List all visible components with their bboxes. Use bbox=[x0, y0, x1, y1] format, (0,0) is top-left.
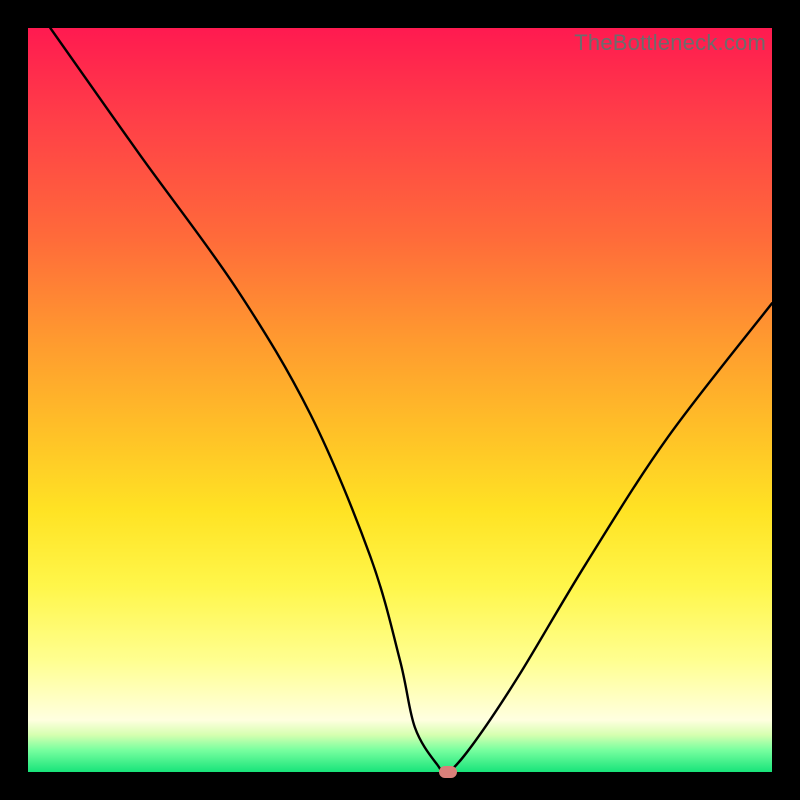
chart-frame: TheBottleneck.com bbox=[0, 0, 800, 800]
minimum-marker bbox=[439, 766, 457, 778]
plot-area: TheBottleneck.com bbox=[28, 28, 772, 772]
bottleneck-curve bbox=[28, 28, 772, 772]
